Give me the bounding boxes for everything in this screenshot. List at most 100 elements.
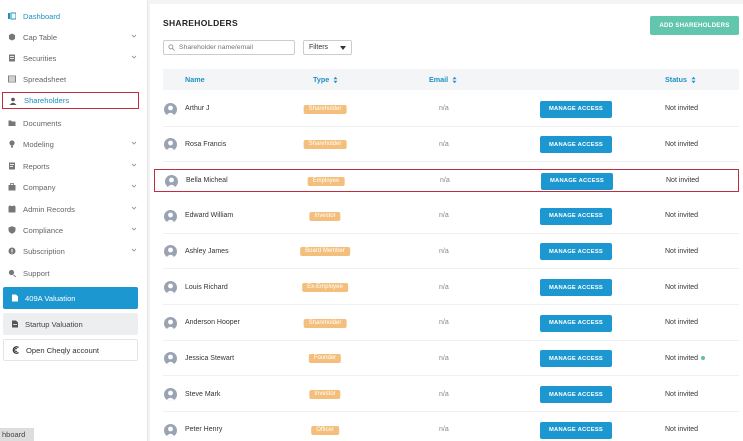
avatar [164,245,177,259]
securities-icon [8,54,16,62]
user-icon [166,105,175,116]
column-header-email[interactable]: Email [429,75,457,84]
manage-access-button[interactable]: MANAGE ACCESS [540,136,612,154]
sidebar-item-documents[interactable]: Documents [0,114,148,132]
shareholder-email: n/a [439,426,449,434]
manage-access-button[interactable]: MANAGE ACCESS [540,386,612,404]
status-label: Not invited [665,247,699,255]
search-input[interactable] [179,44,289,51]
shareholder-email: n/a [439,140,449,148]
shareholder-email: n/a [439,105,449,112]
shareholder-email: n/a [439,390,449,398]
sort-icon [691,76,696,83]
type-badge: Employee [307,176,345,186]
user-icon [166,354,175,366]
open-cheqly-label: Open Cheqly account [26,345,100,355]
status-label: Not invited [665,426,699,434]
table-row: Rosa Francis Shareholder n/a MANAGE ACCE… [163,127,739,163]
modeling-icon [8,140,16,148]
sidebar-item-subscription[interactable]: Subscription [0,242,148,260]
manage-access-button[interactable]: MANAGE ACCESS [540,100,612,118]
column-label: Name [185,75,205,84]
reports-icon [8,162,16,170]
filters-dropdown[interactable]: Filters [303,40,352,55]
sidebar-item-compliance[interactable]: Compliance [0,221,148,239]
admin-records-icon [8,205,16,213]
status-label: Not invited [665,140,699,148]
manage-access-button[interactable]: MANAGE ACCESS [541,172,613,190]
manage-access-button[interactable]: MANAGE ACCESS [540,279,612,296]
chevron-down-icon [131,248,137,252]
status-label: Not invited [665,283,699,291]
chevron-down-icon [131,206,137,210]
filters-label: Filters [309,44,329,51]
sidebar-item-dashboard[interactable]: Dashboard [0,7,148,25]
manage-access-button[interactable]: MANAGE ACCESS [540,350,612,368]
shareholder-email: n/a [439,283,449,291]
manage-access-button[interactable]: MANAGE ACCESS [540,314,612,332]
user-icon [166,283,175,294]
status-text: Not invited [665,354,706,362]
avatar [164,138,177,152]
status-text: Not invited [665,284,698,291]
shareholder-email: n/a [439,354,449,362]
sidebar-item-label: Documents [23,118,62,128]
sidebar-item-support[interactable]: Support [0,264,148,282]
manage-access-button[interactable]: MANAGE ACCESS [540,243,612,261]
sidebar-item-cap-table[interactable]: Cap Table [0,28,148,46]
user-icon [166,140,175,152]
user-icon [166,426,175,437]
sidebar-item-company[interactable]: Company [0,178,148,196]
table-row: Steve Mark Investor n/a MANAGE ACCESS No… [163,377,739,413]
avatar [164,281,177,294]
status-label: Not invited [666,177,700,185]
chevron-down-icon [131,141,137,145]
open-cheqly-account-button[interactable]: Open Cheqly account [3,339,138,361]
sidebar-item-admin-records[interactable]: Admin Records [0,200,148,218]
column-header-status[interactable]: Status [665,75,696,84]
shareholder-email: n/a [439,319,449,327]
document-icon [11,320,19,328]
409a-valuation-button[interactable]: 409A Valuation [3,287,138,309]
type-badge: Board Member [300,247,350,257]
status-label: Not invited [665,354,699,362]
user-icon [166,247,175,259]
sidebar-item-modeling[interactable]: Modeling [0,135,148,153]
status-label: Not invited [665,212,699,220]
table-row: Arthur J Shareholder n/a MANAGE ACCESS N… [163,92,739,127]
app: Dashboard Cap Table Securities Spreadshe… [0,0,743,441]
column-label: Email [429,75,449,84]
user-icon [166,212,175,223]
add-shareholders-button[interactable]: ADD SHAREHOLDERS [650,16,739,35]
sidebar-item-spreadsheet[interactable]: Spreadsheet [0,70,148,88]
chevron-down-icon [131,55,137,59]
type-badge: Investor [309,211,341,221]
manage-access-button[interactable]: MANAGE ACCESS [540,207,612,225]
column-header-type[interactable]: Type [313,75,338,84]
search-box [163,40,295,55]
support-icon [8,269,16,277]
table-row: Ashley James Board Member n/a MANAGE ACC… [163,234,739,270]
sidebar-item-label: Cap Table [23,32,58,42]
startup-valuation-button[interactable]: Startup Valuation [3,313,138,335]
sidebar-item-shareholders[interactable]: Shareholders [2,92,139,109]
sidebar-item-label: Support [23,268,50,278]
sort-icon [452,76,457,83]
shareholder-name: Anderson Hooper [185,319,240,327]
409a-valuation-label: 409A Valuation [25,293,76,303]
startup-valuation-label: Startup Valuation [25,319,83,329]
manage-access-button[interactable]: MANAGE ACCESS [540,421,612,439]
shareholder-email: n/a [439,247,449,255]
avatar [165,174,178,188]
chevron-down-icon [131,227,137,231]
status-text: Not invited [665,105,698,112]
status-label: Not invited [665,390,699,398]
status-text: Not invited [665,391,698,398]
column-label: Status [665,75,687,84]
sidebar-item-label: Dashboard [23,11,61,21]
type-badge: Founder [308,354,342,364]
column-header-name[interactable]: Name [185,75,205,84]
sidebar-item-securities[interactable]: Securities [0,49,148,67]
sidebar-item-reports[interactable]: Reports [0,157,148,175]
sidebar-item-label: Spreadsheet [23,74,67,84]
